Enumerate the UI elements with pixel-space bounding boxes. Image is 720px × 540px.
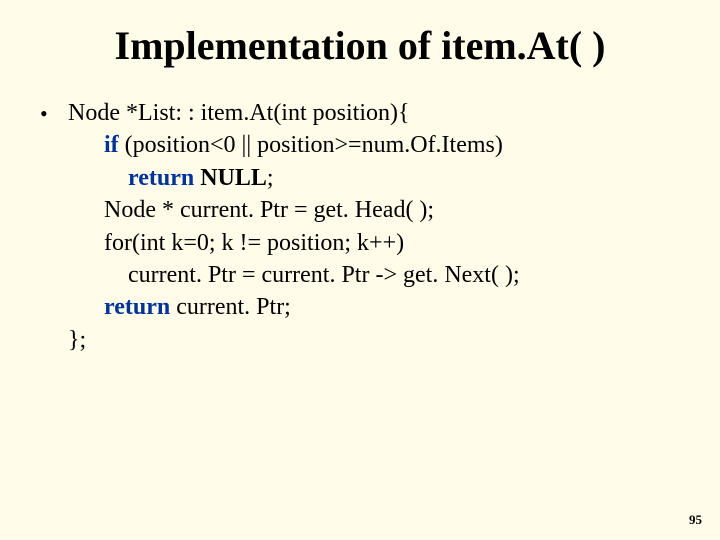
- code-line-ptr-decl: Node * current. Ptr = get. Head( );: [68, 194, 680, 226]
- keyword-null: NULL: [194, 165, 267, 191]
- return-value: current. Ptr;: [170, 294, 291, 320]
- code-line-return: return current. Ptr;: [68, 291, 680, 323]
- slide-body: • Node *List: : item.At(int position){ i…: [0, 79, 720, 356]
- slide: Implementation of item.At( ) • Node *Lis…: [0, 0, 720, 540]
- code-line-for: for(int k=0; k != position; k++): [68, 227, 680, 259]
- code-line-return-null: return NULL;: [68, 162, 680, 194]
- keyword-return: return: [104, 294, 170, 320]
- slide-title: Implementation of item.At( ): [0, 0, 720, 79]
- keyword-return: return: [128, 165, 194, 191]
- bullet-glyph: •: [40, 97, 68, 129]
- code-line-decl: Node *List: : item.At(int position){: [68, 97, 680, 129]
- if-condition: (position<0 || position>=num.Of.Items): [119, 132, 503, 158]
- code-line-close: };: [68, 324, 680, 356]
- code-line-for-body: current. Ptr = current. Ptr -> get. Next…: [68, 259, 680, 291]
- keyword-if: if: [104, 132, 119, 158]
- code-line-if: if (position<0 || position>=num.Of.Items…: [68, 129, 680, 161]
- bullet-item: • Node *List: : item.At(int position){ i…: [40, 97, 680, 356]
- semicolon: ;: [267, 165, 274, 191]
- page-number: 95: [689, 512, 702, 528]
- code-block: Node *List: : item.At(int position){ if …: [68, 97, 680, 356]
